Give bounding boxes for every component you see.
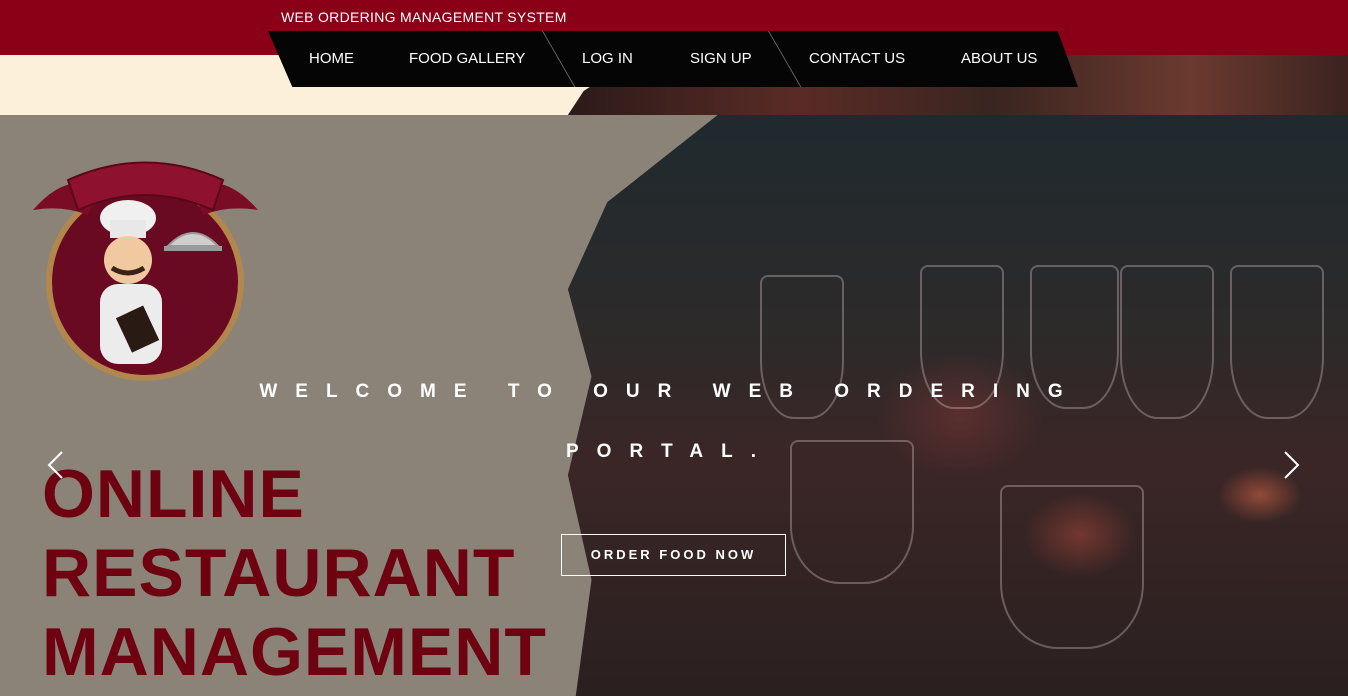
welcome-heading: WELCOME TO OUR WEB ORDERING PORTAL. — [230, 362, 1110, 482]
chevron-left-icon[interactable] — [46, 450, 66, 480]
wine-glass-shape — [1230, 265, 1324, 419]
nav-contact-us[interactable]: CONTACT US — [809, 31, 905, 87]
logo-title-line: MANAGEMENT — [42, 614, 547, 690]
welcome-line-1: WELCOME TO OUR WEB ORDERING — [259, 381, 1081, 402]
wine-glass-shape — [1000, 485, 1144, 649]
logo-title: ONLINE RESTAURANT MANAGEMENT — [42, 455, 547, 692]
nav-sign-up[interactable]: SIGN UP — [690, 31, 752, 87]
nav-about-us[interactable]: ABOUT US — [961, 31, 1037, 87]
main-nav: HOME FOOD GALLERY LOG IN SIGN UP CONTACT… — [268, 31, 1078, 87]
site-title: WEB ORDERING MANAGEMENT SYSTEM — [281, 9, 567, 25]
nav-home[interactable]: HOME — [309, 31, 354, 87]
chef-logo-icon — [33, 161, 258, 381]
welcome-line-2: PORTAL. — [566, 441, 774, 462]
wine-glass-shape — [1120, 265, 1214, 419]
nav-food-gallery[interactable]: FOOD GALLERY — [409, 31, 525, 87]
nav-separator — [542, 31, 576, 87]
logo-title-line: RESTAURANT — [42, 535, 516, 611]
nav-log-in[interactable]: LOG IN — [582, 31, 633, 87]
hero-slider: ONLINE RESTAURANT MANAGEMENT WELCOME TO … — [0, 115, 1348, 696]
order-food-now-button[interactable]: ORDER FOOD NOW — [561, 534, 786, 576]
nav-separator — [768, 31, 802, 87]
chevron-right-icon[interactable] — [1281, 450, 1301, 480]
